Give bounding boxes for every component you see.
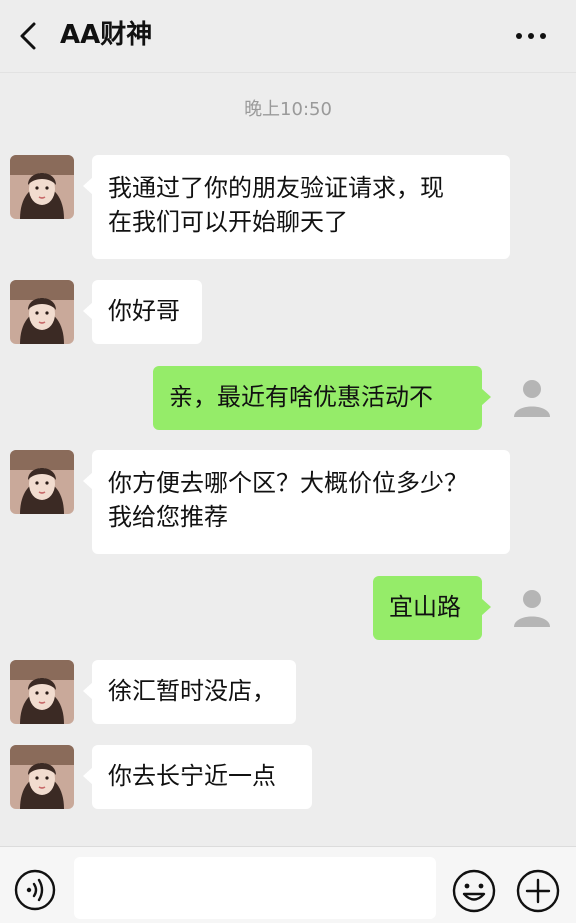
user-avatar-placeholder-icon[interactable] xyxy=(512,587,552,627)
contact-avatar[interactable] xyxy=(10,745,74,809)
chat-header: AA财神 xyxy=(0,0,576,73)
message-bubble-received[interactable]: 我通过了你的朋友验证请求，现 在我们可以开始聊天了 xyxy=(83,155,510,259)
message-bubble-sent[interactable]: 亲，最近有啥优惠活动不 xyxy=(153,366,491,430)
chat-title: AA财神 xyxy=(60,20,153,50)
message-line: 你方便去哪个区？大概价位多少？ xyxy=(108,469,468,497)
message-line: 我通过了你的朋友验证请求，现 xyxy=(108,174,444,202)
emoji-icon[interactable] xyxy=(452,869,496,913)
chevron-left-icon[interactable] xyxy=(14,20,42,52)
contact-avatar-image xyxy=(10,155,74,219)
voice-icon[interactable] xyxy=(14,869,56,911)
contact-avatar[interactable] xyxy=(10,660,74,724)
message-line: 在我们可以开始聊天了 xyxy=(108,208,348,236)
contact-avatar-image xyxy=(10,745,74,809)
contact-avatar[interactable] xyxy=(10,450,74,514)
message-bubble-received[interactable]: 你方便去哪个区？大概价位多少？ 我给您推荐 xyxy=(83,450,510,554)
user-avatar-placeholder-icon[interactable] xyxy=(512,377,552,417)
message-line: 宜山路 xyxy=(389,593,461,621)
message-bubble-received[interactable]: 徐汇暂时没店， xyxy=(83,660,296,724)
message-line: 你好哥 xyxy=(108,297,180,325)
contact-avatar-image xyxy=(10,660,74,724)
plus-icon[interactable] xyxy=(516,869,560,913)
input-bar xyxy=(0,846,576,923)
message-line: 我给您推荐 xyxy=(108,503,228,531)
contact-avatar[interactable] xyxy=(10,280,74,344)
message-line: 徐汇暂时没店， xyxy=(108,677,276,705)
message-line: 亲，最近有啥优惠活动不 xyxy=(169,383,433,411)
message-bubble-sent[interactable]: 宜山路 xyxy=(373,576,491,640)
message-timestamp: 晚上10:50 xyxy=(244,99,332,120)
contact-avatar-image xyxy=(10,450,74,514)
message-input[interactable] xyxy=(74,857,436,919)
more-dots-icon[interactable] xyxy=(514,22,548,50)
contact-avatar[interactable] xyxy=(10,155,74,219)
contact-avatar-image xyxy=(10,280,74,344)
message-line: 你去长宁近一点 xyxy=(108,762,276,790)
message-bubble-received[interactable]: 你去长宁近一点 xyxy=(83,745,312,809)
message-bubble-received[interactable]: 你好哥 xyxy=(83,280,202,344)
